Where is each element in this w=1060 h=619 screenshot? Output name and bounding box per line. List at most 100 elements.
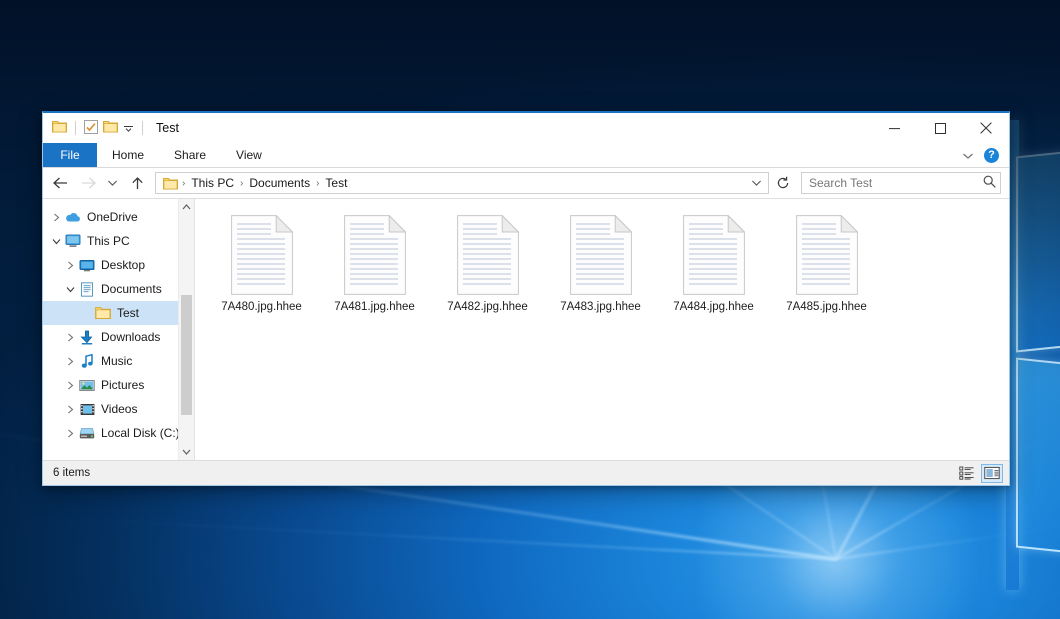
- qat-divider: [142, 121, 143, 135]
- help-icon[interactable]: ?: [984, 148, 999, 163]
- generic-document-icon: [796, 215, 858, 295]
- navigation-tree: OneDrive This PC: [43, 199, 194, 445]
- sidebar-item-label: This PC: [87, 234, 130, 248]
- refresh-icon[interactable]: [773, 173, 793, 193]
- up-button[interactable]: [124, 171, 150, 195]
- search-input[interactable]: Search Test: [809, 176, 983, 190]
- file-grid: 7A480.jpg.hhee: [195, 199, 1009, 327]
- customize-qat-chevron-icon[interactable]: [123, 121, 134, 135]
- back-button[interactable]: [47, 171, 73, 195]
- file-name-label: 7A482.jpg.hhee: [447, 301, 528, 313]
- file-name-label: 7A483.jpg.hhee: [560, 301, 641, 313]
- documents-icon: [78, 282, 96, 297]
- folder-icon[interactable]: [52, 120, 67, 136]
- music-icon: [78, 354, 96, 369]
- window-title: Test: [156, 121, 179, 135]
- tab-view[interactable]: View: [221, 143, 277, 167]
- file-item[interactable]: 7A482.jpg.hhee: [431, 207, 544, 327]
- sidebar-item-downloads[interactable]: Downloads: [43, 325, 194, 349]
- view-mode-buttons: [956, 464, 1003, 483]
- sidebar-item-label: Test: [117, 306, 139, 320]
- chevron-right-icon[interactable]: [49, 213, 64, 222]
- new-folder-icon[interactable]: [103, 120, 118, 136]
- file-item[interactable]: 7A485.jpg.hhee: [770, 207, 883, 327]
- ribbon-tab-bar: File Home Share View ?: [43, 143, 1009, 168]
- large-icons-view-button[interactable]: [981, 464, 1003, 483]
- sidebar-item-desktop[interactable]: Desktop: [43, 253, 194, 277]
- address-bar-row: › This PC › Documents › Test Searc: [43, 168, 1009, 198]
- breadcrumb-item-documents[interactable]: Documents: [244, 176, 315, 190]
- scrollbar-thumb[interactable]: [181, 295, 192, 415]
- file-list-pane[interactable]: 7A480.jpg.hhee: [195, 199, 1009, 460]
- sidebar-item-label: Desktop: [101, 258, 145, 272]
- sidebar-item-label: Documents: [101, 282, 162, 296]
- chevron-right-icon[interactable]: [63, 405, 78, 414]
- close-button[interactable]: [963, 113, 1009, 143]
- sidebar-item-this-pc[interactable]: This PC: [43, 229, 194, 253]
- sidebar-item-pictures[interactable]: Pictures: [43, 373, 194, 397]
- tab-file[interactable]: File: [43, 143, 97, 167]
- expand-ribbon-chevron-icon[interactable]: [962, 149, 974, 163]
- status-bar: 6 items: [43, 460, 1009, 485]
- chevron-right-icon[interactable]: [63, 357, 78, 366]
- sidebar-item-documents[interactable]: Documents: [43, 277, 194, 301]
- chevron-right-icon[interactable]: [63, 381, 78, 390]
- file-item[interactable]: 7A483.jpg.hhee: [544, 207, 657, 327]
- file-name-label: 7A480.jpg.hhee: [221, 301, 302, 313]
- generic-document-icon: [457, 215, 519, 295]
- sidebar-item-local-disk-c[interactable]: Local Disk (C:): [43, 421, 194, 445]
- generic-document-icon: [570, 215, 632, 295]
- generic-document-icon: [344, 215, 406, 295]
- recent-locations-chevron-icon[interactable]: [103, 171, 122, 195]
- navigation-pane-scrollbar[interactable]: [178, 199, 194, 460]
- breadcrumb-item-this-pc[interactable]: This PC: [186, 176, 239, 190]
- properties-icon[interactable]: [84, 120, 98, 137]
- minimize-button[interactable]: [871, 113, 917, 143]
- breadcrumb-item-test[interactable]: Test: [320, 176, 352, 190]
- sidebar-item-videos[interactable]: Videos: [43, 397, 194, 421]
- file-item[interactable]: 7A481.jpg.hhee: [318, 207, 431, 327]
- generic-document-icon: [231, 215, 293, 295]
- chevron-right-icon[interactable]: [63, 333, 78, 342]
- navigation-pane: OneDrive This PC: [43, 199, 195, 460]
- sidebar-item-label: Videos: [101, 402, 137, 416]
- scroll-down-arrow-icon[interactable]: [179, 444, 194, 460]
- file-explorer-window: Test File Home Share View: [42, 111, 1010, 486]
- details-view-button[interactable]: [956, 464, 978, 483]
- address-dropdown-chevron-icon[interactable]: [746, 173, 766, 193]
- search-box[interactable]: Search Test: [801, 172, 1001, 194]
- sidebar-item-label: Downloads: [101, 330, 160, 344]
- file-item[interactable]: 7A480.jpg.hhee: [205, 207, 318, 327]
- forward-button[interactable]: [75, 171, 101, 195]
- chevron-right-icon[interactable]: [63, 261, 78, 270]
- downloads-icon: [78, 330, 96, 345]
- ribbon-right-controls: ?: [962, 143, 1005, 168]
- generic-document-icon: [683, 215, 745, 295]
- file-name-label: 7A484.jpg.hhee: [673, 301, 754, 313]
- desktop: Test File Home Share View: [0, 0, 1060, 619]
- address-folder-icon: [161, 177, 181, 190]
- chevron-down-icon[interactable]: [63, 286, 78, 293]
- pictures-icon: [78, 379, 96, 392]
- monitor-icon: [64, 234, 82, 248]
- tab-share[interactable]: Share: [159, 143, 221, 167]
- scroll-up-arrow-icon[interactable]: [179, 199, 194, 215]
- breadcrumb: › This PC › Documents › Test: [181, 176, 746, 190]
- chevron-down-icon[interactable]: [49, 238, 64, 245]
- folder-icon: [94, 306, 112, 320]
- tab-home[interactable]: Home: [97, 143, 159, 167]
- sidebar-item-label: Local Disk (C:): [101, 426, 180, 440]
- address-bar[interactable]: › This PC › Documents › Test: [155, 172, 769, 194]
- maximize-button[interactable]: [917, 113, 963, 143]
- sidebar-item-onedrive[interactable]: OneDrive: [43, 205, 194, 229]
- search-icon[interactable]: [983, 175, 996, 191]
- quick-access-toolbar: Test: [43, 120, 179, 137]
- window-controls: [871, 113, 1009, 143]
- file-item[interactable]: 7A484.jpg.hhee: [657, 207, 770, 327]
- chevron-right-icon[interactable]: [63, 429, 78, 438]
- sidebar-item-test[interactable]: Test: [43, 301, 194, 325]
- sidebar-item-label: OneDrive: [87, 210, 138, 224]
- sidebar-item-music[interactable]: Music: [43, 349, 194, 373]
- file-name-label: 7A485.jpg.hhee: [786, 301, 867, 313]
- drive-icon: [78, 427, 96, 440]
